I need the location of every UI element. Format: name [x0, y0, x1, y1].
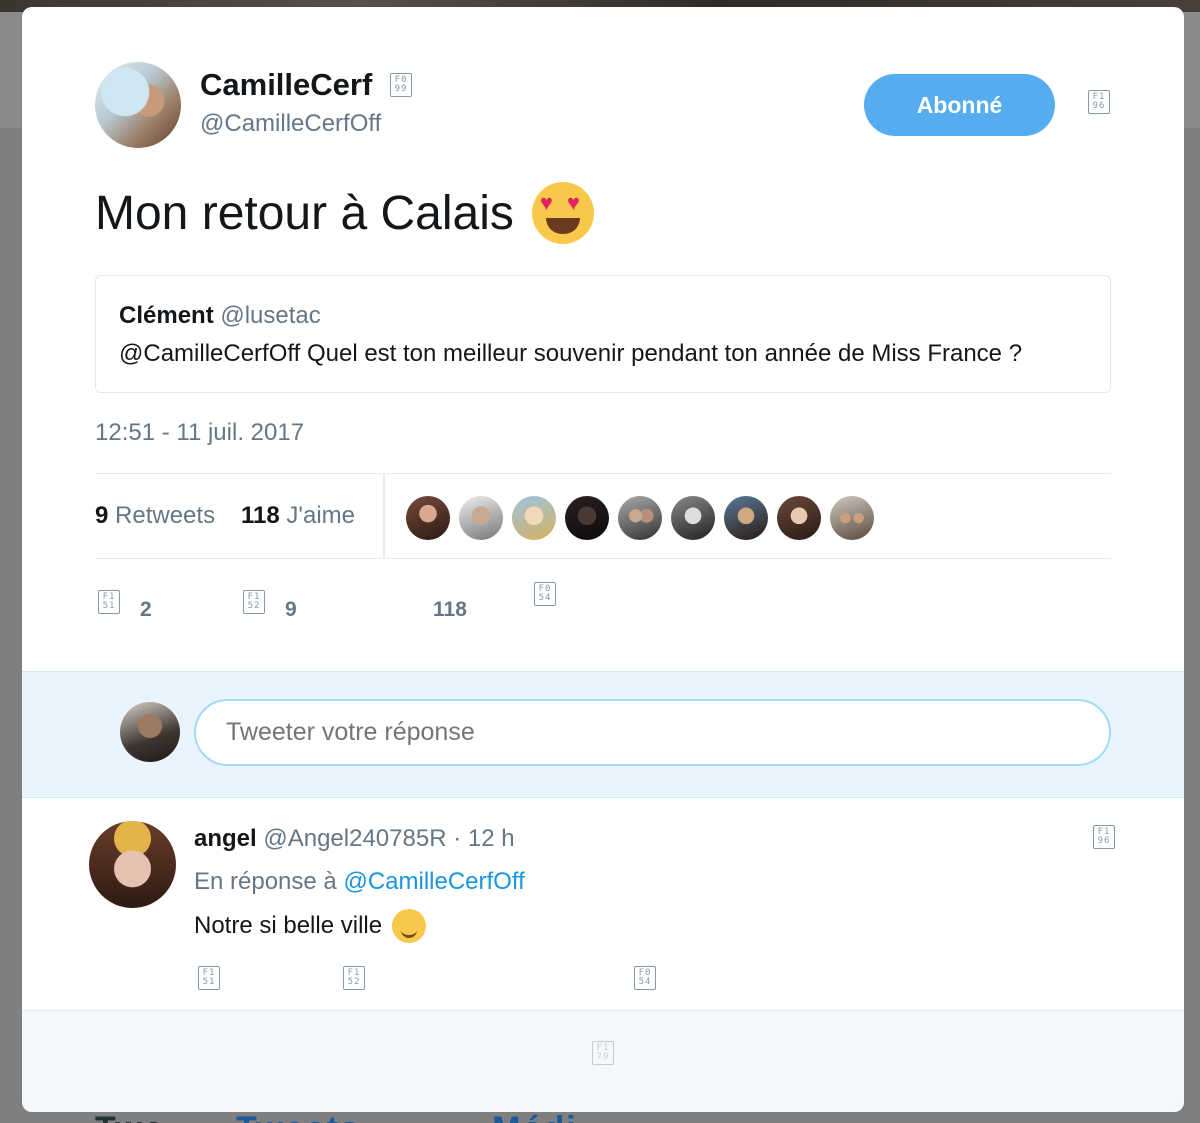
likers-avatars	[406, 496, 874, 540]
reply-text: Notre si belle ville	[194, 909, 427, 943]
heart-eyes-emoji: ♥ ♥	[531, 182, 594, 244]
reply-icon: F1 51	[98, 590, 120, 614]
likes-stat-count: 118	[241, 502, 280, 529]
retweets-stat-label: Retweets	[115, 502, 216, 529]
reply-input[interactable]	[194, 699, 1111, 766]
like-count: 118	[433, 598, 467, 621]
reply-tweet[interactable]: angel @Angel240785R · 12 h F1 96 En répon…	[22, 798, 1184, 1010]
likes-stat[interactable]: 118 J'aime	[241, 502, 355, 530]
retweet-icon: F1 52	[243, 590, 265, 614]
heart-eye-left: ♥	[539, 190, 553, 215]
reply-time[interactable]: · 12 h	[453, 825, 514, 852]
like-action[interactable]: 118	[433, 582, 467, 622]
liker-avatar[interactable]	[565, 496, 609, 540]
likes-stat-label: J'aime	[286, 502, 355, 529]
heart-eye-right: ♥	[566, 190, 580, 215]
quoted-tweet[interactable]: Clément @lusetac @CamilleCerfOff Quel es…	[95, 275, 1111, 393]
reply-more-options-icon[interactable]: F1 96	[1093, 825, 1115, 849]
reply-count: 2	[140, 598, 152, 621]
reply-context-handle[interactable]: @CamilleCerfOff	[343, 868, 524, 895]
liker-avatar[interactable]	[512, 496, 556, 540]
verified-badge-icon: F0 99	[390, 73, 412, 97]
quoted-tweet-text: @CamilleCerfOff Quel est ton meilleur so…	[119, 340, 1023, 367]
backdrop-profile-tabs: Twe Tweets Médi	[95, 1110, 578, 1123]
liker-avatar[interactable]	[618, 496, 662, 540]
retweet-icon[interactable]: F1 52	[343, 966, 365, 990]
backdrop-tab-mid: Tweets	[236, 1110, 361, 1123]
reply-composer	[22, 671, 1184, 798]
tweet-timestamp[interactable]: 12:51 - 11 juil. 2017	[95, 419, 304, 447]
retweets-stat-count: 9	[95, 502, 109, 529]
reply-actions: F1 51 F1 52 F0 54	[198, 966, 698, 996]
backdrop-tab-left: Twe	[95, 1110, 165, 1123]
tweet-actions: F1 51 2 F1 52 9 118 F0 54	[98, 582, 598, 622]
author-screen-name[interactable]: @CamilleCerfOff	[200, 110, 381, 138]
reply-context-prefix: En réponse à	[194, 868, 337, 895]
author-avatar[interactable]	[95, 62, 181, 148]
retweet-action[interactable]: F1 52 9	[243, 582, 297, 622]
tweet-text: Mon retour à Calais ♥ ♥	[95, 182, 594, 244]
current-user-avatar	[120, 702, 180, 762]
reply-author-handle[interactable]: @Angel240785R	[263, 825, 446, 852]
backdrop-left	[0, 12, 22, 128]
backdrop-right	[1184, 12, 1200, 128]
tweet-text-content: Mon retour à Calais	[95, 186, 514, 240]
liker-avatar[interactable]	[777, 496, 821, 540]
retweets-stat[interactable]: 9 Retweets	[95, 502, 215, 530]
backdrop-tab-right: Médi	[492, 1110, 577, 1123]
liker-avatar[interactable]	[406, 496, 450, 540]
reply-context: En réponse à @CamilleCerfOff	[194, 868, 525, 896]
quoted-tweet-author: Clément @lusetac	[119, 302, 321, 330]
stats-divider	[383, 474, 385, 558]
liker-avatar[interactable]	[459, 496, 503, 540]
liker-avatar[interactable]	[671, 496, 715, 540]
twitter-bird-icon: F1 79	[592, 1041, 614, 1065]
direct-message-icon: F0 54	[534, 582, 556, 606]
author-display-name[interactable]: CamilleCerf	[200, 67, 372, 103]
dm-action[interactable]: F0 54	[534, 582, 556, 606]
direct-message-icon[interactable]: F0 54	[634, 966, 656, 990]
retweet-count: 9	[285, 598, 297, 621]
modal-footer: F1 79	[22, 1010, 1184, 1112]
quoted-author-name: Clément	[119, 302, 214, 329]
follow-button[interactable]: Abonné	[864, 74, 1055, 136]
emoji-mouth	[545, 218, 580, 234]
reply-text-content: Notre si belle ville	[194, 912, 383, 939]
wink-emoji	[392, 909, 427, 943]
reply-action[interactable]: F1 51 2	[98, 582, 152, 622]
reply-author-avatar[interactable]	[89, 821, 176, 908]
reply-icon[interactable]: F1 51	[198, 966, 220, 990]
tweet-stats-bar: 9 Retweets 118 J'aime	[95, 473, 1111, 559]
reply-author-name[interactable]: angel	[194, 825, 257, 852]
quoted-author-handle: @lusetac	[220, 302, 321, 329]
reply-header: angel @Angel240785R · 12 h	[194, 825, 515, 853]
liker-avatar[interactable]	[724, 496, 768, 540]
liker-avatar[interactable]	[830, 496, 874, 540]
more-options-icon[interactable]: F1 96	[1088, 90, 1110, 114]
tweet-permalink-modal: CamilleCerf F0 99 @CamilleCerfOff Abonné …	[22, 7, 1184, 1112]
